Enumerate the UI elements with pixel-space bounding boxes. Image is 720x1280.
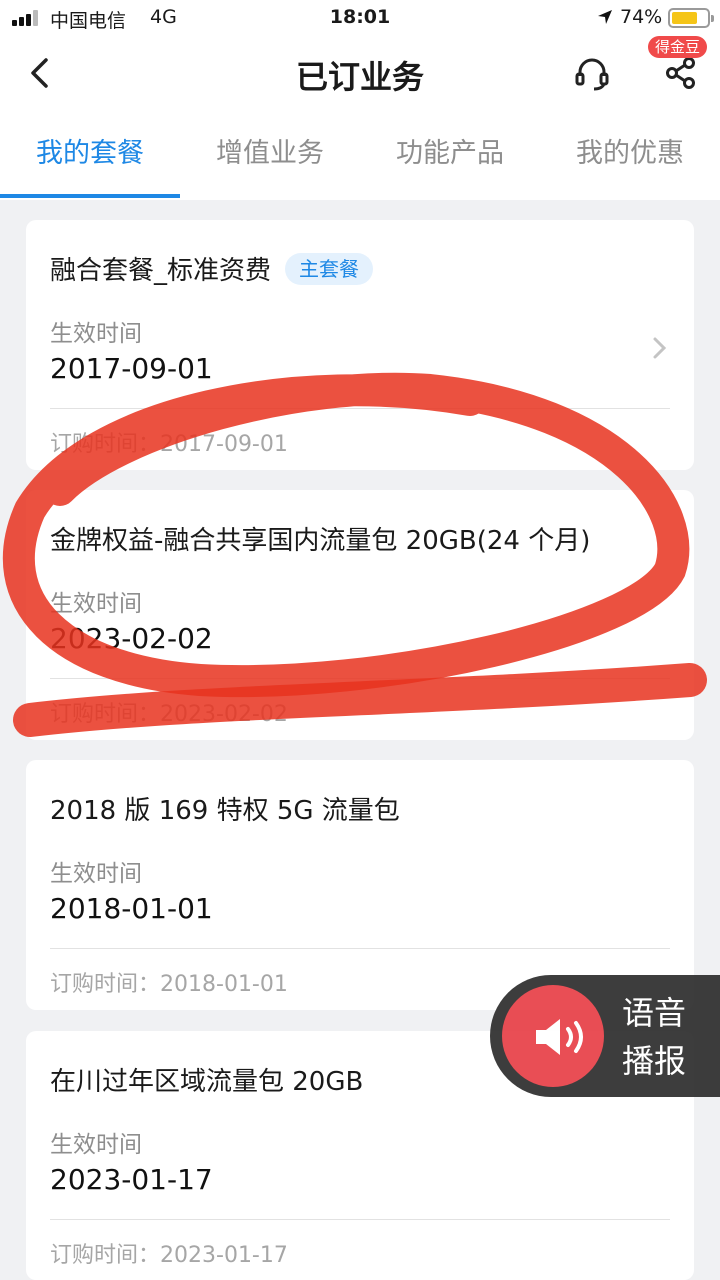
- package-card[interactable]: 金牌权益-融合共享国内流量包 20GB(24 个月) 生效时间 2023-02-…: [26, 490, 694, 740]
- battery-percent: 74%: [620, 6, 663, 28]
- share-icon[interactable]: [664, 56, 698, 90]
- divider: [50, 678, 670, 679]
- package-name: 金牌权益-融合共享国内流量包 20GB(24 个月): [50, 526, 591, 556]
- package-name: 融合套餐_标准资费 主套餐: [50, 250, 374, 287]
- divider: [50, 1219, 670, 1220]
- package-name: 在川过年区域流量包 20GB: [50, 1067, 364, 1097]
- status-bar: 中国电信 4G 18:01 74%: [0, 0, 720, 36]
- divider: [50, 408, 670, 409]
- battery-icon: [668, 8, 714, 28]
- package-card[interactable]: 2018 版 169 特权 5G 流量包 生效时间 2018-01-01 订购时…: [26, 760, 694, 1010]
- voice-button-circle: [502, 985, 604, 1087]
- effective-date: 2023-02-02: [50, 622, 213, 655]
- chevron-right-icon[interactable]: [652, 336, 668, 360]
- tab-value-added[interactable]: 增值业务: [180, 118, 360, 200]
- location-arrow-icon: [598, 10, 612, 24]
- tab-bar: 我的套餐 增值业务 功能产品 我的优惠: [0, 118, 720, 200]
- tab-my-offers[interactable]: 我的优惠: [540, 118, 720, 200]
- order-date-text: 订购时间：2023-02-02: [50, 702, 288, 727]
- tab-my-plan[interactable]: 我的套餐: [0, 118, 180, 200]
- package-name: 2018 版 169 特权 5G 流量包: [50, 796, 400, 826]
- effective-label: 生效时间: [50, 321, 142, 347]
- effective-label: 生效时间: [50, 1132, 142, 1158]
- package-card[interactable]: 融合套餐_标准资费 主套餐 生效时间 2017-09-01 订购时间：2017-0…: [26, 220, 694, 470]
- tab-feature-products[interactable]: 功能产品: [360, 118, 540, 200]
- effective-date: 2023-01-17: [50, 1163, 213, 1196]
- gold-beans-badge[interactable]: 得金豆: [648, 36, 708, 58]
- voice-button-label: 语音 播报: [621, 994, 686, 1080]
- effective-date: 2018-01-01: [50, 892, 213, 925]
- order-date-text: 订购时间：2023-01-17: [50, 1243, 288, 1268]
- divider: [50, 948, 670, 949]
- effective-date: 2017-09-01: [50, 352, 213, 385]
- voice-broadcast-button[interactable]: 语音 播报: [490, 975, 720, 1097]
- page-title: 已订业务: [295, 58, 424, 96]
- effective-label: 生效时间: [50, 591, 142, 617]
- effective-label: 生效时间: [50, 861, 142, 887]
- headset-icon[interactable]: [574, 56, 610, 92]
- order-date-text: 订购时间：2018-01-01: [50, 972, 288, 997]
- order-date-text: 订购时间：2017-09-01: [50, 432, 288, 457]
- nav-bar: 已订业务 得金豆: [0, 36, 720, 118]
- speaker-icon: [536, 1019, 583, 1055]
- main-plan-tag: 主套餐: [285, 253, 374, 285]
